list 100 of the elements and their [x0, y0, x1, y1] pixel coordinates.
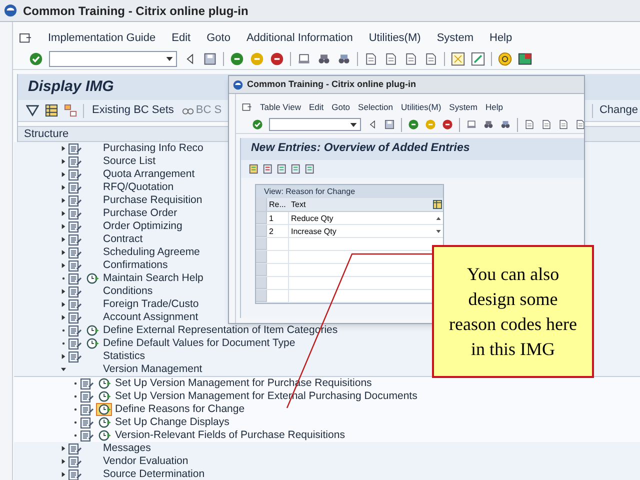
tree-item[interactable]: Confirmations — [103, 259, 168, 272]
menu-item[interactable]: Edit — [172, 30, 191, 46]
expand-arrow-icon[interactable] — [60, 459, 66, 464]
menu-item[interactable]: Goto — [332, 100, 350, 114]
back-icon[interactable] — [230, 52, 244, 66]
expand-arrow-icon[interactable] — [60, 289, 66, 294]
tree-item[interactable]: Source Determination — [103, 468, 205, 480]
expand-arrow-icon[interactable] — [60, 472, 66, 477]
expand-arrow-icon[interactable] — [60, 302, 66, 307]
tree-item[interactable]: Purchasing Info Reco — [103, 142, 204, 155]
expand-arrow-icon[interactable] — [60, 198, 66, 203]
toolbar-button[interactable]: Change — [599, 102, 640, 119]
tree-item[interactable]: Account Assignment — [103, 311, 198, 324]
tree-item[interactable]: RFQ/Quotation — [103, 181, 174, 194]
expand-arrow-icon[interactable] — [60, 315, 66, 320]
tree-item[interactable]: Version Management — [103, 363, 202, 376]
page-icon[interactable] — [524, 119, 535, 130]
table-settings-icon[interactable] — [433, 200, 442, 209]
menu-item[interactable]: Utilities(M) — [401, 100, 442, 114]
expand-arrow-icon[interactable] — [60, 224, 66, 229]
clock-icon[interactable] — [98, 390, 110, 403]
tree-item[interactable]: Purchase Order — [103, 207, 178, 220]
menu-item[interactable]: Table View — [260, 100, 301, 114]
command-field[interactable] — [269, 118, 361, 131]
check-icon[interactable] — [252, 119, 263, 130]
dropdown-icon[interactable] — [166, 56, 173, 60]
menu-item[interactable]: Help — [486, 100, 503, 114]
command-field[interactable] — [49, 50, 177, 66]
expand-arrow-icon[interactable] — [60, 237, 66, 242]
clock-icon[interactable] — [86, 272, 98, 285]
document-icon — [68, 286, 82, 298]
page-icon[interactable] — [384, 52, 398, 66]
clock-icon[interactable] — [98, 377, 110, 390]
menu-item[interactable]: System — [449, 100, 478, 114]
tree-item[interactable]: Contract — [103, 233, 143, 246]
check-icon[interactable] — [29, 52, 43, 66]
menu-item[interactable]: Edit — [308, 100, 324, 114]
grid-icon[interactable] — [45, 104, 58, 117]
scroll-up-icon[interactable] — [436, 216, 440, 220]
menu-item[interactable]: Help — [490, 30, 512, 46]
menu-item[interactable]: Utilities(M) — [368, 30, 421, 46]
menu-item[interactable]: Goto — [206, 30, 230, 46]
menu-icon[interactable] — [19, 32, 32, 44]
cancel-icon[interactable] — [442, 119, 453, 130]
column-title: Structure — [24, 126, 69, 142]
glasses-icon[interactable] — [182, 106, 194, 115]
menu-icon[interactable] — [242, 102, 252, 112]
tree-item[interactable]: Source List — [103, 155, 156, 168]
binoculars-icon[interactable] — [337, 52, 351, 66]
tree-item[interactable]: Vendor Evaluation — [103, 455, 188, 468]
page-icon[interactable] — [404, 52, 418, 66]
binoculars-icon[interactable] — [483, 119, 494, 130]
page-icon[interactable] — [575, 119, 584, 130]
scroll-down-icon[interactable] — [436, 230, 440, 232]
tree-item[interactable]: Set Up Change Displays — [115, 416, 230, 429]
binoculars-icon[interactable] — [317, 52, 331, 66]
expand-arrow-icon[interactable] — [60, 354, 66, 359]
expand-arrow-icon[interactable] — [60, 159, 66, 164]
filter-icon[interactable] — [26, 104, 39, 117]
cancel-icon[interactable] — [270, 52, 284, 66]
tree-item[interactable]: Define Default Values for Document Type — [103, 337, 296, 350]
tree-item[interactable]: Conditions — [103, 285, 153, 298]
expand-arrow-icon[interactable] — [60, 185, 66, 190]
expand-arrow-icon[interactable] — [60, 211, 66, 216]
binoculars-icon[interactable] — [500, 119, 511, 130]
expand-arrow-icon[interactable] — [60, 146, 66, 151]
page-icon[interactable] — [541, 119, 552, 130]
tree-item[interactable]: Foreign Trade/Custo — [103, 298, 199, 311]
tree-item[interactable]: Define Reasons for Change — [115, 403, 245, 416]
tree-item[interactable]: Quota Arrangement — [103, 168, 195, 181]
tree-item[interactable]: Messages — [103, 442, 151, 455]
tree-item[interactable]: Purchase Requisition — [103, 194, 202, 207]
expand-arrow-icon[interactable] — [60, 172, 66, 177]
clock-icon[interactable] — [98, 416, 110, 429]
tree-item[interactable]: Maintain Search Help — [103, 272, 204, 285]
menu-item[interactable]: Additional Information — [246, 30, 353, 46]
column-header[interactable]: Text — [289, 198, 433, 210]
back-arrow-icon[interactable] — [367, 119, 378, 130]
save-icon[interactable] — [203, 52, 217, 66]
menu-item[interactable]: System — [436, 30, 474, 46]
clock-icon[interactable] — [86, 324, 98, 337]
clock-icon[interactable] — [86, 337, 98, 350]
expand-arrow-icon[interactable] — [60, 446, 66, 451]
expand-arrow-icon[interactable] — [60, 263, 66, 268]
save-icon[interactable] — [384, 119, 395, 130]
collapse-arrow-icon[interactable] — [60, 367, 66, 372]
tree-item[interactable]: Version-Relevant Fields of Purchase Requisitions — [115, 429, 345, 442]
tree-item[interactable]: Statistics — [103, 350, 146, 363]
toolbar-button[interactable]: Existing BC Sets — [90, 102, 176, 119]
menu-item[interactable]: Selection — [358, 100, 394, 114]
clock-icon[interactable] — [98, 429, 110, 442]
back-icon[interactable] — [408, 119, 419, 130]
tree-item[interactable]: Scheduling Agreeme — [103, 246, 200, 259]
expand-arrow-icon[interactable] — [60, 250, 66, 255]
page-icon[interactable] — [558, 119, 569, 130]
page-icon[interactable] — [424, 52, 438, 66]
page-icon[interactable] — [364, 52, 378, 66]
column-header[interactable]: Re... — [267, 198, 289, 210]
menu-item[interactable]: Implementation Guide — [48, 30, 156, 46]
tree-item[interactable]: Order Optimizing — [103, 220, 182, 233]
